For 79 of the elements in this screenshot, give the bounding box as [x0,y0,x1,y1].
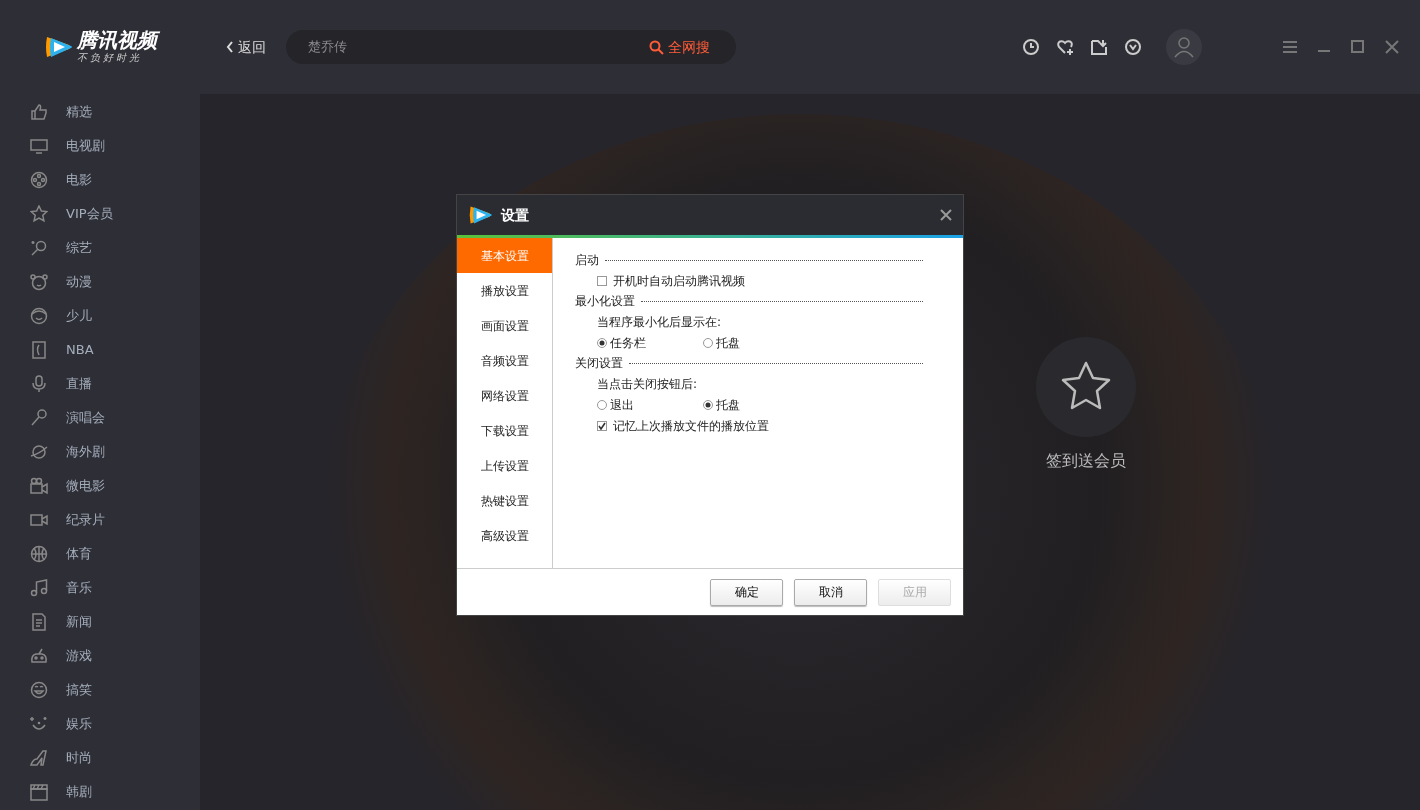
sidebar-item[interactable]: 纪录片 [0,503,200,537]
sidebar-item[interactable]: 电影 [0,163,200,197]
planet-icon [30,443,48,461]
bear-face-icon [30,273,48,291]
sidebar-item[interactable]: 海外剧 [0,435,200,469]
search-button[interactable]: 全网搜 [643,35,716,59]
close-icon[interactable] [939,208,953,222]
sidebar-item[interactable]: 少儿 [0,299,200,333]
film-reel-icon [30,171,48,189]
sidebar-item[interactable]: NBA [0,333,200,367]
sidebar-item[interactable]: 搞笑 [0,673,200,707]
promo-link[interactable]: 签到送会员 [1046,449,1126,473]
checkbox[interactable] [597,275,607,286]
sidebar-item[interactable]: 新闻 [0,605,200,639]
chevron-left-icon [226,41,234,53]
sidebar-item[interactable]: VIP会员 [0,197,200,231]
microphone-icon [30,375,48,393]
checkbox-label: 记忆上次播放文件的播放位置 [613,417,769,435]
child-face-icon [30,307,48,325]
star-icon [30,205,48,223]
radio-label: 托盘 [716,396,740,414]
sidebar-item[interactable]: 娱乐 [0,707,200,741]
checkbox[interactable] [597,420,607,431]
sidebar-item[interactable]: 电视剧 [0,129,200,163]
search-field[interactable]: 楚乔传 全网搜 [286,30,736,64]
slogan-text: 不负好时光 [77,51,143,65]
smile-sparkle-icon [30,715,48,733]
option-label: 当程序最小化后显示在: [597,313,722,331]
maximize-icon[interactable] [1350,39,1366,55]
menu-icon[interactable] [1282,39,1298,55]
radio-label: 退出 [610,396,634,414]
sidebar-item[interactable]: 精选 [0,95,200,129]
radio-label: 任务栏 [610,334,646,352]
chevron-circle-icon[interactable] [1124,38,1142,56]
heart-plus-icon[interactable] [1056,38,1074,56]
dialog-button[interactable]: 取消 [794,578,867,606]
user-silhouette-icon [1173,36,1195,58]
checkbox-label: 开机时自动启动腾讯视频 [613,272,745,290]
basketball-card-icon [30,341,48,359]
thumbs-up-icon [30,103,48,121]
sidebar-item[interactable]: 综艺 [0,231,200,265]
basketball-icon [30,545,48,563]
sidebar-item[interactable]: 时尚 [0,741,200,775]
search-icon [649,39,664,55]
gamepad-icon [30,647,48,665]
close-icon[interactable] [1384,39,1400,55]
avatar-button[interactable] [1166,29,1202,65]
sidebar-item[interactable]: 音乐 [0,571,200,605]
back-button[interactable]: 返回 [220,35,272,59]
radio-button[interactable] [703,337,713,348]
video-camera-icon [30,477,48,495]
music-note-icon [30,579,48,597]
radio-button[interactable] [703,399,713,410]
folder-download-icon[interactable] [1090,38,1108,56]
clock-icon[interactable] [1022,38,1040,56]
monitor-icon [30,137,48,155]
laughing-face-icon [30,681,48,699]
sidebar-item[interactable]: 演唱会 [0,401,200,435]
handheld-mic-icon [30,409,48,427]
radio-button[interactable] [597,337,607,348]
option-label: 当点击关闭按钮后: [597,375,698,393]
sidebar-item[interactable]: 动漫 [0,265,200,299]
section-heading: 关闭设置 [575,355,623,372]
dialog-button[interactable]: 确定 [710,578,783,606]
sidebar-item[interactable]: 游戏 [0,639,200,673]
sidebar-item[interactable]: 直播 [0,367,200,401]
document-icon [30,613,48,631]
sidebar-item[interactable]: 微电影 [0,469,200,503]
dialog-title: 设置 [501,205,529,225]
camcorder-icon [30,511,48,529]
section-heading: 启动 [575,252,599,269]
sidebar-item[interactable]: 体育 [0,537,200,571]
magic-wand-icon [30,239,48,257]
clapperboard-icon [30,783,48,801]
sidebar-item[interactable]: 韩剧 [0,775,200,809]
radio-button[interactable] [597,399,607,410]
radio-label: 托盘 [716,334,740,352]
high-heel-icon [30,749,48,767]
section-heading: 最小化设置 [575,293,635,310]
